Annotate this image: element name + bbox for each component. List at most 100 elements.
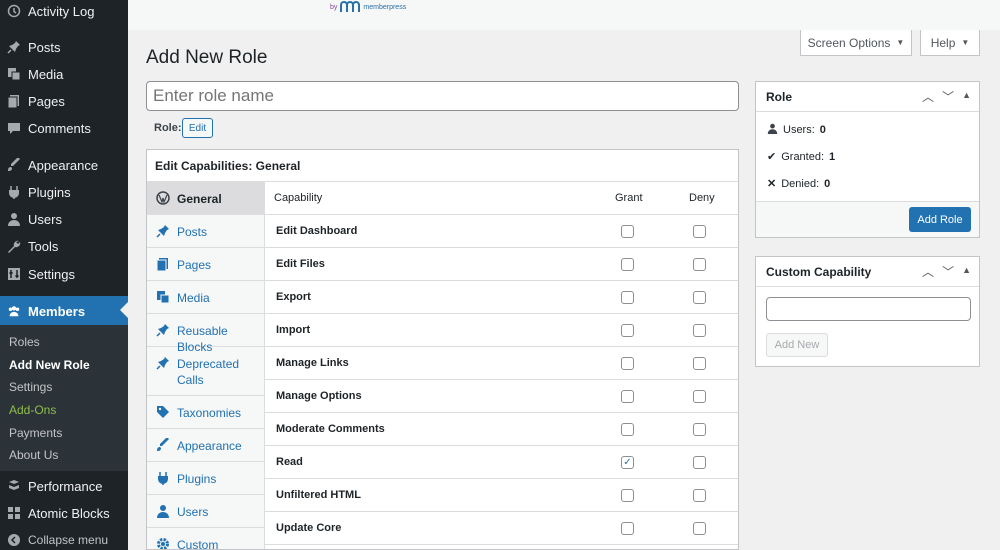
chevron-down-icon[interactable]: ﹀ bbox=[942, 263, 954, 280]
chevron-up-icon[interactable]: ︿ bbox=[922, 263, 934, 280]
sidebar-item-tools[interactable]: Tools bbox=[0, 232, 128, 260]
submenu-item-settings[interactable]: Settings bbox=[9, 380, 52, 394]
grant-checkbox[interactable] bbox=[621, 324, 634, 337]
sidebar-item-settings[interactable]: Settings bbox=[0, 260, 128, 288]
cap-tab-general[interactable]: General bbox=[147, 182, 265, 215]
plugin-icon bbox=[7, 185, 21, 199]
sidebar-item-members[interactable]: Members bbox=[0, 296, 128, 326]
cap-tab-plugins[interactable]: Plugins bbox=[147, 462, 265, 495]
submenu-item-about-us[interactable]: About Us bbox=[9, 448, 58, 462]
cap-tab-reusable-blocks[interactable]: Reusable Blocks bbox=[147, 314, 265, 354]
add-role-button[interactable]: Add Role bbox=[909, 207, 971, 232]
submenu-item-add-ons[interactable]: Add-Ons bbox=[9, 403, 56, 417]
table-row: Update Core bbox=[265, 512, 738, 545]
granted-stat: ✔ Granted: 1 bbox=[767, 150, 836, 164]
capability-name: Moderate Comments bbox=[276, 423, 385, 435]
grant-checkbox[interactable] bbox=[621, 291, 634, 304]
screen-options-button[interactable]: Screen Options ▼ bbox=[800, 30, 912, 56]
grant-checkbox[interactable] bbox=[621, 522, 634, 535]
blocks-icon bbox=[7, 506, 21, 520]
grant-checkbox[interactable] bbox=[621, 390, 634, 403]
grant-checkbox[interactable]: ✓ bbox=[621, 456, 634, 469]
help-button[interactable]: Help ▼ bbox=[920, 30, 980, 56]
user-icon bbox=[7, 212, 21, 226]
close-icon: ✕ bbox=[767, 178, 777, 190]
submenu-item-add-new-role[interactable]: Add New Role bbox=[9, 358, 90, 372]
grant-checkbox[interactable] bbox=[621, 258, 634, 271]
sidebar-item-users[interactable]: Users bbox=[0, 205, 128, 233]
deny-checkbox[interactable] bbox=[693, 456, 706, 469]
toggle-panel-icon[interactable]: ▲ bbox=[962, 263, 971, 280]
denied-stat: ✕ Denied: 0 bbox=[767, 177, 831, 191]
cap-tab-deprecated-calls[interactable]: Deprecated Calls bbox=[147, 347, 265, 396]
sidebar-item-label: Collapse menu bbox=[28, 533, 109, 547]
sidebar-item-performance[interactable]: Performance bbox=[0, 472, 128, 500]
deny-checkbox[interactable] bbox=[693, 390, 706, 403]
capabilities-heading: Edit Capabilities: General bbox=[147, 150, 738, 182]
table-row: Export bbox=[265, 281, 738, 314]
settings-icon bbox=[7, 267, 21, 281]
chevron-up-icon[interactable]: ︿ bbox=[922, 88, 934, 105]
memberpress-logo: by memberpress bbox=[330, 1, 406, 13]
sidebar-item-comments[interactable]: Comments bbox=[0, 114, 128, 142]
panel-controls: ︿ ﹀ ▲ bbox=[922, 88, 971, 105]
chevron-down-icon[interactable]: ﹀ bbox=[942, 88, 954, 105]
cap-tab-pages[interactable]: Pages bbox=[147, 248, 265, 281]
capability-name: Edit Dashboard bbox=[276, 225, 358, 237]
members-submenu: Roles Add New Role Settings Add-Ons Paym… bbox=[0, 325, 128, 471]
clock-icon bbox=[7, 4, 21, 18]
gear-icon bbox=[156, 537, 170, 549]
capability-tabs: General Posts Pages Media Reusable Block… bbox=[147, 182, 265, 549]
deny-checkbox[interactable] bbox=[693, 522, 706, 535]
sidebar-item-media[interactable]: Media bbox=[0, 60, 128, 88]
sidebar-item-label: Settings bbox=[28, 266, 75, 282]
grant-checkbox[interactable] bbox=[621, 357, 634, 370]
deny-checkbox[interactable] bbox=[693, 489, 706, 502]
custom-capability-input[interactable] bbox=[766, 297, 971, 321]
deny-checkbox[interactable] bbox=[693, 291, 706, 304]
cap-tab-media[interactable]: Media bbox=[147, 281, 265, 314]
cap-tab-posts[interactable]: Posts bbox=[147, 215, 265, 248]
add-new-capability-button[interactable]: Add New bbox=[766, 333, 828, 357]
grant-checkbox[interactable] bbox=[621, 225, 634, 238]
table-header-row: Capability Grant Deny bbox=[265, 182, 738, 215]
caret-down-icon: ▼ bbox=[896, 38, 905, 47]
grant-checkbox[interactable] bbox=[621, 489, 634, 502]
custom-panel-header: Custom Capability ︿ ﹀ ▲ bbox=[756, 257, 979, 287]
deny-checkbox[interactable] bbox=[693, 324, 706, 337]
panel-controls: ︿ ﹀ ▲ bbox=[922, 263, 971, 280]
role-name-input[interactable] bbox=[146, 81, 739, 111]
submenu-item-roles[interactable]: Roles bbox=[9, 335, 40, 349]
active-indicator bbox=[120, 302, 128, 318]
capability-name: Edit Files bbox=[276, 258, 325, 270]
sidebar-item-activity-log[interactable]: Activity Log bbox=[0, 0, 128, 25]
deny-checkbox[interactable] bbox=[693, 258, 706, 271]
sidebar-item-posts[interactable]: Posts bbox=[0, 33, 128, 61]
wordpress-icon bbox=[156, 191, 170, 205]
edit-slug-button[interactable]: Edit bbox=[182, 118, 213, 138]
caret-down-icon: ▼ bbox=[961, 38, 970, 47]
sidebar-item-atomic-blocks[interactable]: Atomic Blocks bbox=[0, 499, 128, 527]
sidebar-item-appearance[interactable]: Appearance bbox=[0, 151, 128, 179]
cap-tab-custom[interactable]: Custom bbox=[147, 528, 265, 549]
deny-column-header: Deny bbox=[689, 192, 715, 204]
deny-checkbox[interactable] bbox=[693, 225, 706, 238]
toggle-panel-icon[interactable]: ▲ bbox=[962, 88, 971, 105]
collapse-menu-button[interactable]: Collapse menu bbox=[0, 526, 128, 550]
custom-capability-panel: Custom Capability ︿ ﹀ ▲ Add New bbox=[755, 256, 980, 367]
deny-checkbox[interactable] bbox=[693, 423, 706, 436]
role-slug-label: Role: bbox=[154, 122, 182, 134]
grant-checkbox[interactable] bbox=[621, 423, 634, 436]
deny-checkbox[interactable] bbox=[693, 357, 706, 370]
pages-icon bbox=[7, 94, 21, 108]
table-row: Moderate Comments bbox=[265, 413, 738, 446]
capability-name: Manage Options bbox=[276, 390, 362, 402]
table-row: Read ✓ bbox=[265, 446, 738, 479]
submenu-item-payments[interactable]: Payments bbox=[9, 426, 62, 440]
cap-tab-appearance[interactable]: Appearance bbox=[147, 429, 265, 462]
cap-tab-users[interactable]: Users bbox=[147, 495, 265, 528]
sidebar-item-plugins[interactable]: Plugins bbox=[0, 178, 128, 206]
role-panel-header: Role ︿ ﹀ ▲ bbox=[756, 82, 979, 112]
cap-tab-taxonomies[interactable]: Taxonomies bbox=[147, 396, 265, 429]
sidebar-item-pages[interactable]: Pages bbox=[0, 87, 128, 115]
